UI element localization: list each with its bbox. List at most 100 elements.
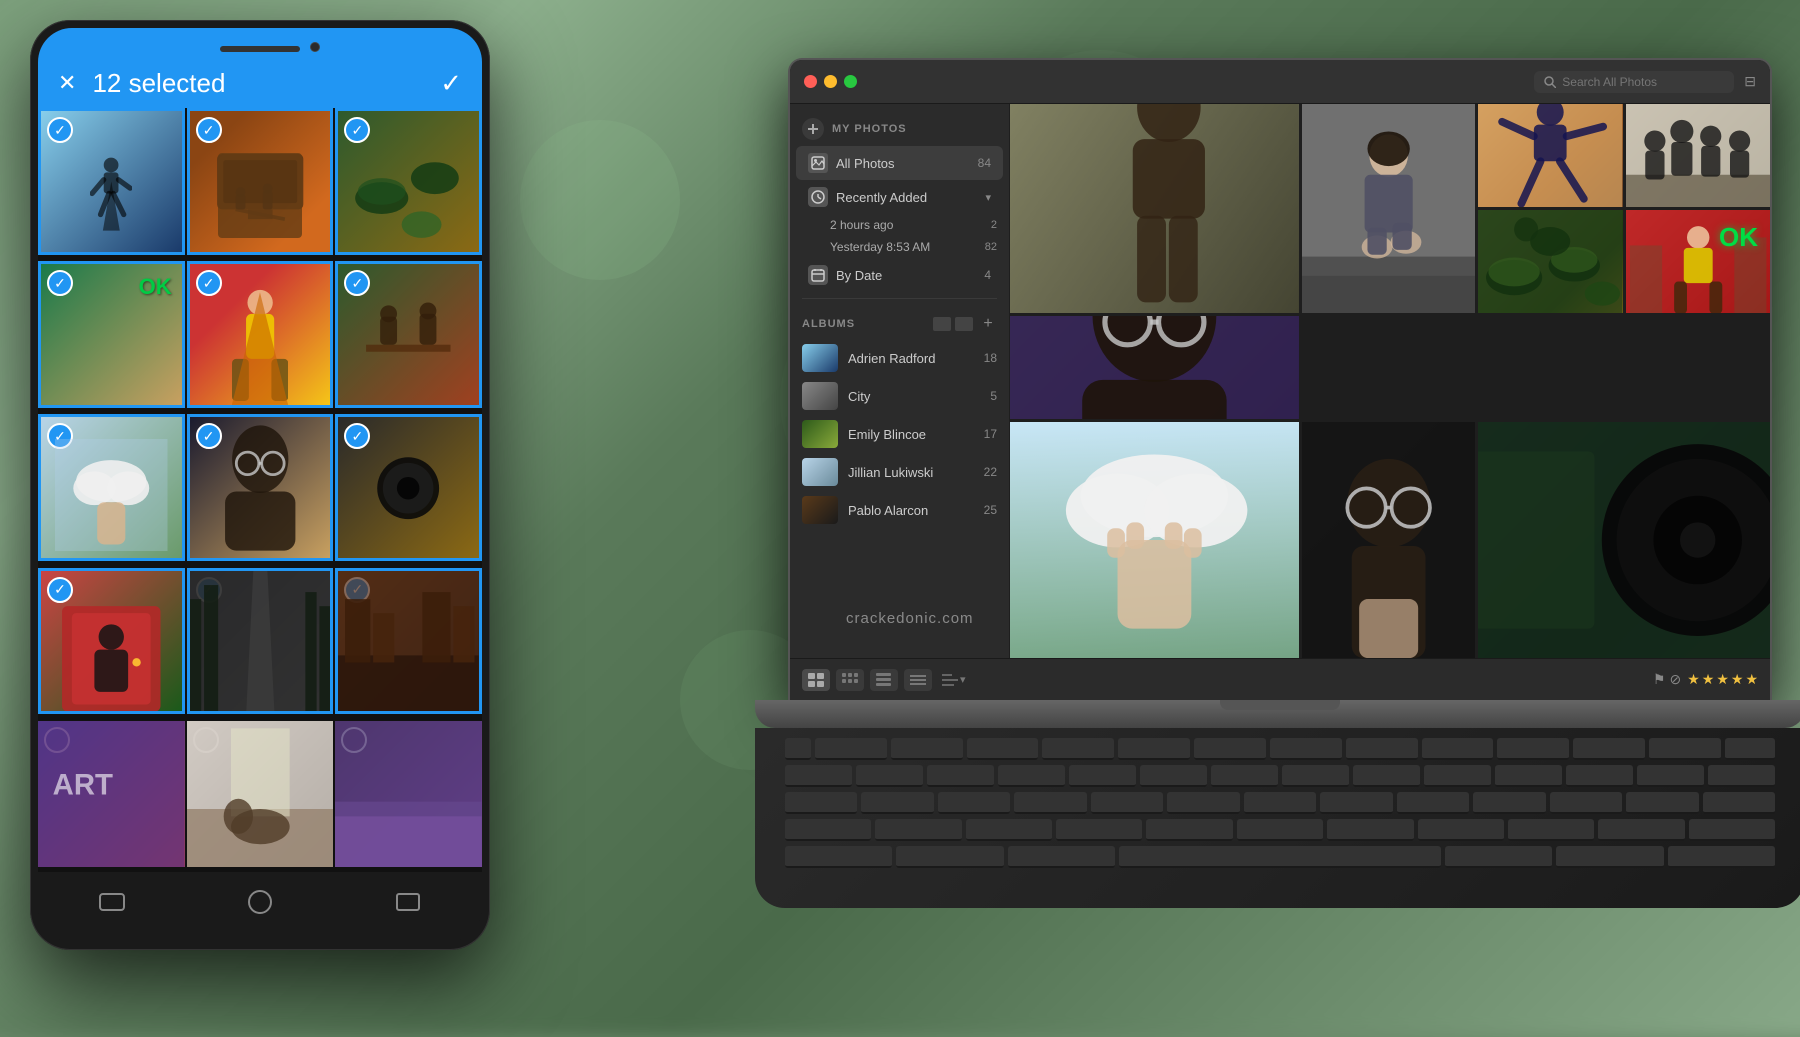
albums-list-view-button[interactable] [933, 317, 951, 331]
key-row-2 [785, 765, 1775, 787]
view-small-grid-button[interactable] [870, 669, 898, 691]
phone-photo-2[interactable]: ✓ [187, 108, 334, 255]
album-thumb-adrien [802, 344, 838, 372]
sidebar-item-all-photos[interactable]: All Photos 84 [796, 146, 1003, 180]
key-shift-l [785, 819, 871, 841]
main-photo-2[interactable] [1302, 104, 1475, 313]
main-photo-content: OK [1010, 104, 1770, 658]
phone-confirm-icon[interactable]: ✓ [440, 68, 462, 99]
phone-photo-14[interactable] [187, 721, 334, 868]
photo-6-check: ✓ [344, 270, 370, 296]
key [1424, 765, 1491, 787]
key [1418, 819, 1504, 841]
album-item-pablo[interactable]: Pablo Alarcon 25 [790, 491, 1009, 529]
circular-dark-object [1478, 422, 1770, 658]
album-pablo-count: 25 [984, 503, 997, 517]
view-list-button[interactable] [904, 669, 932, 691]
main-photo-5[interactable] [1478, 210, 1622, 313]
search-bar[interactable] [1534, 71, 1734, 93]
add-photos-button[interactable] [802, 118, 824, 140]
view-medium-grid-button[interactable] [836, 669, 864, 691]
jumping-man-silhouette [1478, 104, 1622, 207]
interior-silhouette [187, 721, 334, 868]
phone-photo-9[interactable]: ✓ [335, 414, 482, 561]
main-photo-8[interactable] [1010, 422, 1299, 658]
phone-recents-button[interactable] [388, 887, 428, 917]
key [1497, 738, 1569, 760]
star-4[interactable]: ★ [1731, 671, 1744, 688]
maximize-button[interactable] [844, 75, 857, 88]
phone-back-button[interactable] [92, 887, 132, 917]
album-emily-name: Emily Blincoe [848, 427, 974, 442]
phone-photo-1[interactable]: ✓ [38, 108, 185, 255]
phone-photo-12[interactable]: ✓ [335, 568, 482, 715]
main-photo-9[interactable] [1302, 422, 1475, 658]
main-photo-4[interactable] [1626, 104, 1770, 207]
filter-icon[interactable]: ⊟ [1744, 73, 1756, 90]
key-row-1 [785, 738, 1775, 760]
phone-home-button[interactable] [240, 887, 280, 917]
key [1637, 765, 1704, 787]
hand-cloud [55, 439, 168, 552]
flag-icon-1[interactable]: ⚑ [1653, 671, 1666, 688]
minimize-button[interactable] [824, 75, 837, 88]
sub-item-2hours-label: 2 hours ago [830, 218, 983, 232]
album-jillian-name: Jillian Lukiwski [848, 465, 974, 480]
sort-button[interactable]: ▾ [942, 673, 966, 687]
phone-photo-10[interactable]: ✓ [38, 568, 185, 715]
close-button[interactable] [804, 75, 817, 88]
phone-photo-3[interactable]: ✓ [335, 108, 482, 255]
photo-9-check: ✓ [344, 423, 370, 449]
laptop-screen: ⊟ MY PHOTOS [790, 60, 1770, 700]
album-thumb-jillian [802, 458, 838, 486]
album-item-emily[interactable]: Emily Blincoe 17 [790, 415, 1009, 453]
album-item-adrien[interactable]: Adrien Radford 18 [790, 339, 1009, 377]
autumn-silhouette [338, 571, 479, 712]
road-silhouette [190, 571, 331, 712]
sidebar-item-by-date[interactable]: By Date 4 [796, 258, 1003, 292]
main-photo-7[interactable] [1010, 316, 1299, 419]
search-input[interactable] [1562, 75, 1702, 89]
main-photo-1[interactable] [1010, 104, 1299, 313]
phone-photo-13[interactable]: ART [38, 721, 185, 868]
all-photos-label: All Photos [836, 156, 970, 171]
phone-photo-8[interactable]: ✓ [187, 414, 334, 561]
flag-icon-2[interactable]: ⊘ [1669, 671, 1681, 688]
star-5[interactable]: ★ [1745, 671, 1758, 688]
album-item-jillian[interactable]: Jillian Lukiwski 22 [790, 453, 1009, 491]
person2-silhouette [232, 285, 288, 405]
sub-item-yesterday-count: 82 [985, 241, 997, 253]
phone-photo-6[interactable]: ✓ [335, 261, 482, 408]
view-large-grid-button[interactable] [802, 669, 830, 691]
phone-photo-4[interactable]: ✓ OK [38, 261, 185, 408]
tv-silhouette [211, 139, 309, 230]
sidebar-divider [802, 298, 997, 299]
ok-text: OK [1719, 222, 1758, 253]
phone-photo-5[interactable]: ✓ [187, 261, 334, 408]
back-icon [98, 892, 126, 912]
sidebar-sub-item-2hours[interactable]: 2 hours ago 2 [790, 214, 1009, 236]
phone-photo-15[interactable] [335, 721, 482, 868]
star-3[interactable]: ★ [1716, 671, 1729, 688]
main-photo-3[interactable] [1478, 104, 1622, 207]
main-photo-10[interactable] [1478, 422, 1770, 658]
key [785, 738, 811, 760]
album-city-count: 5 [990, 389, 997, 403]
album-pablo-name: Pablo Alarcon [848, 503, 974, 518]
phone-photo-11[interactable]: ✓ [187, 568, 334, 715]
main-photo-6[interactable]: OK [1626, 210, 1770, 313]
sidebar-sub-item-yesterday[interactable]: Yesterday 8:53 AM 82 [790, 236, 1009, 258]
phone-selected-count: 12 selected [92, 68, 424, 99]
album-item-city[interactable]: City 5 [790, 377, 1009, 415]
sidebar-item-recently-added[interactable]: Recently Added ▾ [796, 180, 1003, 214]
albums-grid-view-button[interactable] [955, 317, 973, 331]
key [1042, 738, 1114, 760]
key [1353, 765, 1420, 787]
sub-item-yesterday-label: Yesterday 8:53 AM [830, 240, 977, 254]
medium-grid-icon [842, 673, 858, 687]
star-1[interactable]: ★ [1687, 671, 1700, 688]
phone-close-icon[interactable]: ✕ [58, 70, 76, 96]
add-album-button[interactable]: + [979, 315, 997, 333]
star-2[interactable]: ★ [1702, 671, 1715, 688]
phone-photo-7[interactable]: ✓ [38, 414, 185, 561]
